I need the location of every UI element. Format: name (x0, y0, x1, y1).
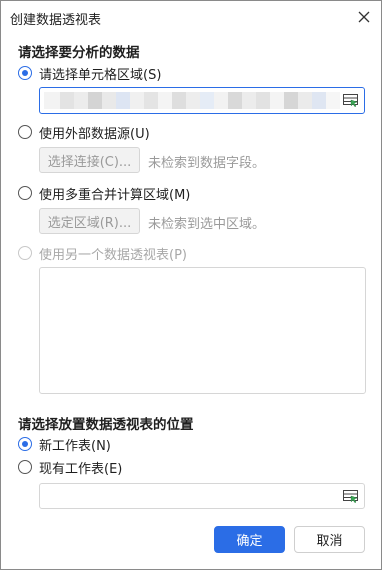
close-button[interactable] (353, 6, 375, 28)
radio-another-pivot-table-label: 使用另一个数据透视表(P) (39, 247, 187, 263)
no-data-fields-hint: 未检索到数据字段。 (148, 156, 266, 171)
radio-external-source-label: 使用外部数据源(U) (39, 126, 150, 142)
radio-button-disabled (18, 246, 32, 260)
range-picker-icon[interactable] (343, 490, 359, 504)
radio-cell-range-label: 请选择单元格区域(S) (39, 67, 162, 83)
radio-new-worksheet-label: 新工作表(N) (39, 438, 111, 454)
destination-range-input[interactable] (39, 483, 365, 509)
radio-external-source[interactable]: 使用外部数据源(U) (18, 122, 150, 142)
choose-connection-button[interactable]: 选择连接(C)... (39, 147, 140, 173)
range-picker-icon[interactable] (343, 94, 359, 108)
cell-range-input[interactable] (39, 87, 365, 114)
radio-multiple-consolidation-label: 使用多重合并计算区域(M) (39, 187, 191, 203)
ok-button[interactable]: 确定 (214, 526, 285, 553)
close-icon (358, 11, 370, 23)
radio-button-checked[interactable] (18, 437, 32, 451)
create-pivot-table-dialog: 创建数据透视表 请选择要分析的数据 请选择单元格区域(S) 使用外部数据源(U)… (0, 0, 382, 570)
radio-button[interactable] (18, 186, 32, 200)
radio-another-pivot-table: 使用另一个数据透视表(P) (18, 243, 187, 263)
radio-existing-worksheet[interactable]: 现有工作表(E) (18, 457, 122, 477)
radio-existing-worksheet-label: 现有工作表(E) (39, 461, 123, 477)
select-range-button[interactable]: 选定区域(R)... (39, 208, 140, 234)
radio-cell-range[interactable]: 请选择单元格区域(S) (18, 63, 161, 83)
cancel-button[interactable]: 取消 (294, 526, 365, 553)
dialog-title: 创建数据透视表 (10, 13, 102, 28)
radio-multiple-consolidation[interactable]: 使用多重合并计算区域(M) (18, 183, 190, 203)
range-input-value-blurred (44, 92, 344, 109)
source-section-header: 请选择要分析的数据 (18, 45, 140, 61)
destination-section-header: 请选择放置数据透视表的位置 (18, 417, 194, 433)
radio-button[interactable] (18, 125, 32, 139)
radio-button[interactable] (18, 460, 32, 474)
title-bar: 创建数据透视表 (1, 1, 381, 33)
no-range-selected-hint: 未检索到选中区域。 (148, 217, 266, 232)
radio-button-checked[interactable] (18, 66, 32, 80)
pivot-table-list[interactable] (39, 267, 366, 394)
radio-new-worksheet[interactable]: 新工作表(N) (18, 434, 111, 454)
